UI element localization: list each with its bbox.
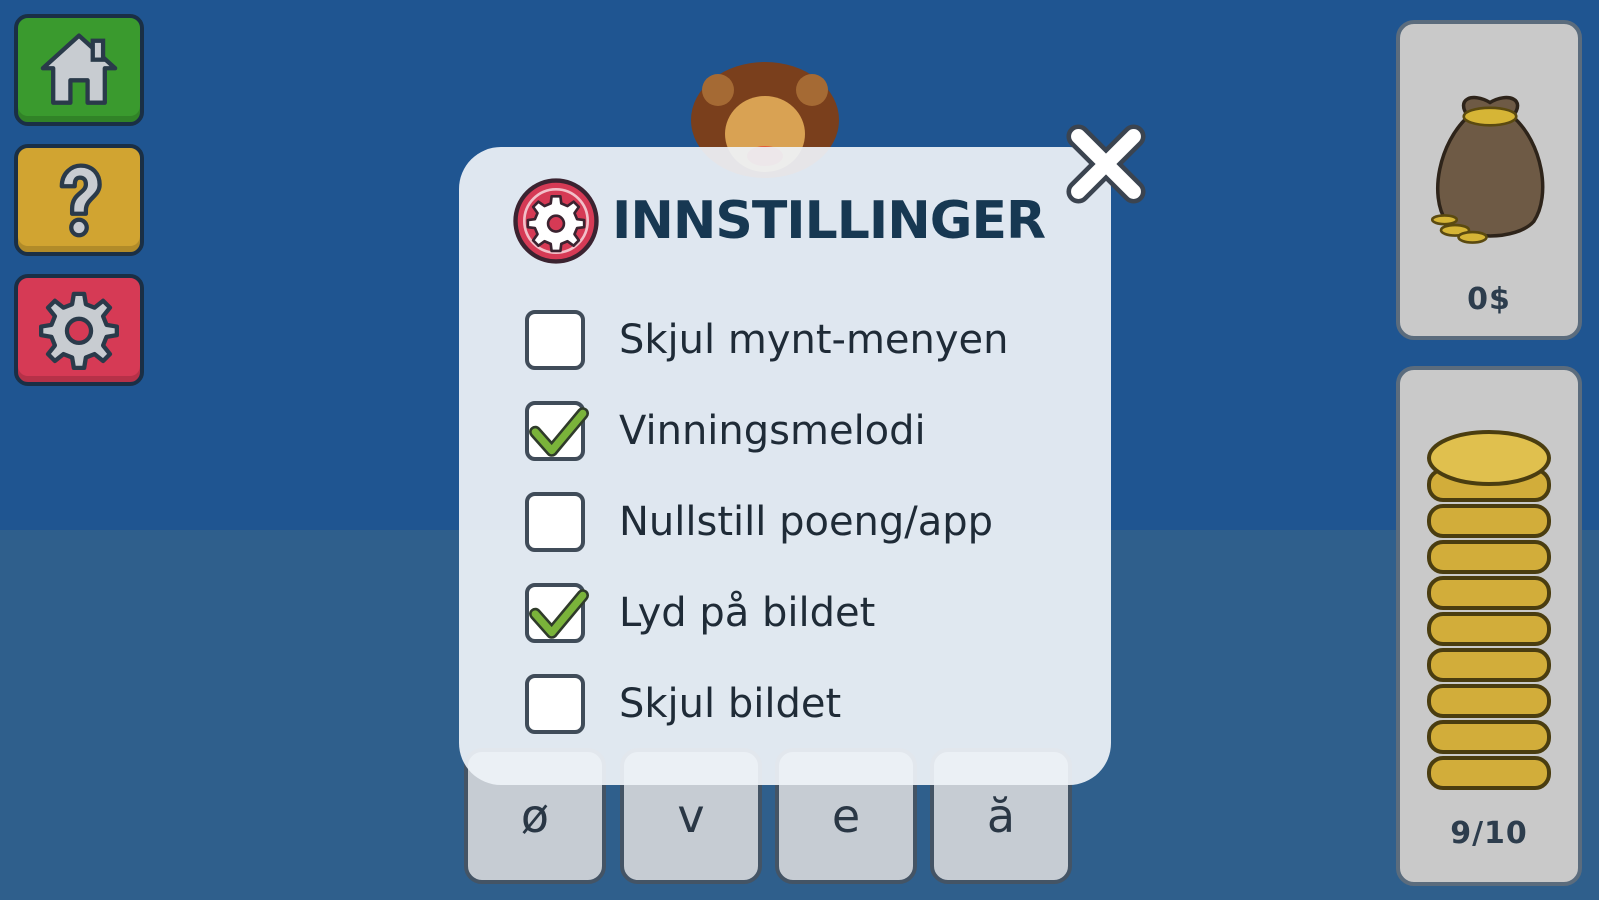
coin-stack-icon xyxy=(1427,430,1551,790)
option-label: Skjul bildet xyxy=(619,681,842,727)
option-label: Lyd på bildet xyxy=(619,590,876,636)
money-bag-icon xyxy=(1430,95,1545,244)
gear-icon xyxy=(39,291,119,370)
checkbox[interactable] xyxy=(525,310,585,370)
dialog-header: INNSTILLINGER xyxy=(512,176,1046,266)
close-icon[interactable] xyxy=(1060,118,1152,210)
checkbox[interactable] xyxy=(525,401,589,461)
option-winning-melody[interactable]: Vinningsmelodi xyxy=(525,398,926,464)
question-mark-icon xyxy=(59,163,102,238)
home-button[interactable] xyxy=(14,14,144,126)
checkbox[interactable] xyxy=(525,492,585,552)
checkbox[interactable] xyxy=(525,583,589,643)
checkmark-icon xyxy=(529,407,589,457)
option-label: Nullstill poeng/app xyxy=(619,499,994,545)
option-hide-image[interactable]: Skjul bildet xyxy=(525,671,841,737)
checkmark-icon xyxy=(529,589,589,639)
coin-balance: 0$ xyxy=(1467,282,1511,317)
option-reset-score[interactable]: Nullstill poeng/app xyxy=(525,489,993,555)
option-label: Skjul mynt-menyen xyxy=(619,317,1009,363)
option-image-sound[interactable]: Lyd på bildet xyxy=(525,580,875,646)
progress-counter: 9/10 xyxy=(1450,816,1528,851)
progress-panel: 9/10 xyxy=(1396,366,1582,886)
dialog-title: INNSTILLINGER xyxy=(612,191,1046,251)
help-button[interactable] xyxy=(14,144,144,256)
option-hide-coin-menu[interactable]: Skjul mynt-menyen xyxy=(525,307,1009,373)
home-icon xyxy=(40,33,118,105)
option-label: Vinningsmelodi xyxy=(619,408,926,454)
settings-button[interactable] xyxy=(14,274,144,386)
coin-balance-panel: 0$ xyxy=(1396,20,1582,340)
gear-icon xyxy=(513,178,599,264)
checkbox[interactable] xyxy=(525,674,585,734)
